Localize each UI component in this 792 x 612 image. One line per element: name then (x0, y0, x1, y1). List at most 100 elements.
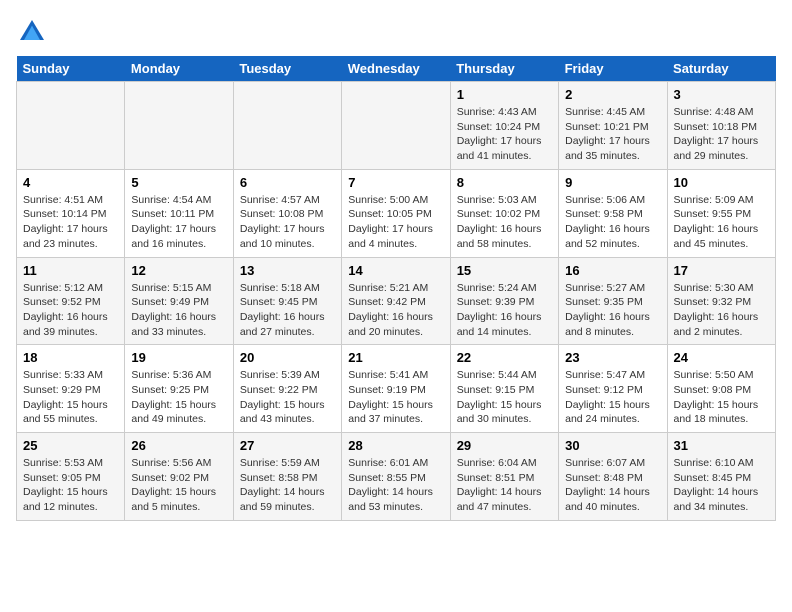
day-number: 30 (565, 438, 660, 453)
day-number: 13 (240, 263, 335, 278)
calendar-cell: 8Sunrise: 5:03 AM Sunset: 10:02 PM Dayli… (450, 169, 558, 257)
day-info: Sunrise: 5:59 AM Sunset: 8:58 PM Dayligh… (240, 456, 335, 515)
day-info: Sunrise: 5:30 AM Sunset: 9:32 PM Dayligh… (674, 281, 769, 340)
day-info: Sunrise: 5:56 AM Sunset: 9:02 PM Dayligh… (131, 456, 226, 515)
day-info: Sunrise: 5:21 AM Sunset: 9:42 PM Dayligh… (348, 281, 443, 340)
calendar-cell: 13 Sunrise: 5:18 AM Sunset: 9:45 PM Dayli… (233, 257, 341, 345)
day-info: Sunrise: 6:01 AM Sunset: 8:55 PM Dayligh… (348, 456, 443, 515)
day-info: Sunrise: 6:10 AM Sunset: 8:45 PM Dayligh… (674, 456, 769, 515)
header (16, 16, 776, 48)
day-info: Sunrise: 5:00 AM Sunset: 10:05 PM Daylig… (348, 193, 443, 252)
logo (16, 16, 52, 48)
day-info: Sunrise: 5:33 AM Sunset: 9:29 PM Dayligh… (23, 368, 118, 427)
calendar-cell: 30 Sunrise: 6:07 AM Sunset: 8:48 PM Dayli… (559, 433, 667, 521)
day-info: Sunrise: 4:45 AM Sunset: 10:21 PM Daylig… (565, 105, 660, 164)
day-number: 6 (240, 175, 335, 190)
day-number: 21 (348, 350, 443, 365)
day-number: 10 (674, 175, 769, 190)
day-number: 15 (457, 263, 552, 278)
header-day-thursday: Thursday (450, 56, 558, 82)
calendar-cell: 3 Sunrise: 4:48 AM Sunset: 10:18 PM Dayli… (667, 82, 775, 170)
calendar-cell: 20 Sunrise: 5:39 AM Sunset: 9:22 PM Dayli… (233, 345, 341, 433)
day-info: Sunrise: 5:15 AM Sunset: 9:49 PM Dayligh… (131, 281, 226, 340)
calendar-cell: 26 Sunrise: 5:56 AM Sunset: 9:02 PM Dayli… (125, 433, 233, 521)
day-number: 12 (131, 263, 226, 278)
calendar-cell: 1Sunrise: 4:43 AM Sunset: 10:24 PM Dayli… (450, 82, 558, 170)
day-info: Sunrise: 5:36 AM Sunset: 9:25 PM Dayligh… (131, 368, 226, 427)
day-info: Sunrise: 5:47 AM Sunset: 9:12 PM Dayligh… (565, 368, 660, 427)
day-info: Sunrise: 4:48 AM Sunset: 10:18 PM Daylig… (674, 105, 769, 164)
day-number: 14 (348, 263, 443, 278)
day-info: Sunrise: 5:12 AM Sunset: 9:52 PM Dayligh… (23, 281, 118, 340)
day-number: 7 (348, 175, 443, 190)
day-number: 19 (131, 350, 226, 365)
calendar-week-4: 18 Sunrise: 5:33 AM Sunset: 9:29 PM Dayli… (17, 345, 776, 433)
calendar-cell: 31Sunrise: 6:10 AM Sunset: 8:45 PM Dayli… (667, 433, 775, 521)
day-number: 26 (131, 438, 226, 453)
day-number: 20 (240, 350, 335, 365)
calendar-cell: 27 Sunrise: 5:59 AM Sunset: 8:58 PM Dayli… (233, 433, 341, 521)
calendar-cell: 24 Sunrise: 5:50 AM Sunset: 9:08 PM Dayli… (667, 345, 775, 433)
header-day-saturday: Saturday (667, 56, 775, 82)
header-day-wednesday: Wednesday (342, 56, 450, 82)
day-number: 2 (565, 87, 660, 102)
day-info: Sunrise: 4:54 AM Sunset: 10:11 PM Daylig… (131, 193, 226, 252)
calendar-cell: 21 Sunrise: 5:41 AM Sunset: 9:19 PM Dayli… (342, 345, 450, 433)
day-number: 24 (674, 350, 769, 365)
day-info: Sunrise: 5:09 AM Sunset: 9:55 PM Dayligh… (674, 193, 769, 252)
logo-icon (16, 16, 48, 48)
day-info: Sunrise: 5:24 AM Sunset: 9:39 PM Dayligh… (457, 281, 552, 340)
calendar-cell (233, 82, 341, 170)
calendar-cell: 23Sunrise: 5:47 AM Sunset: 9:12 PM Dayli… (559, 345, 667, 433)
calendar-week-5: 25 Sunrise: 5:53 AM Sunset: 9:05 PM Dayli… (17, 433, 776, 521)
calendar-cell: 2 Sunrise: 4:45 AM Sunset: 10:21 PM Dayli… (559, 82, 667, 170)
day-number: 1 (457, 87, 552, 102)
day-number: 17 (674, 263, 769, 278)
calendar-cell: 19 Sunrise: 5:36 AM Sunset: 9:25 PM Dayli… (125, 345, 233, 433)
day-number: 11 (23, 263, 118, 278)
day-number: 27 (240, 438, 335, 453)
calendar-cell: 14 Sunrise: 5:21 AM Sunset: 9:42 PM Dayli… (342, 257, 450, 345)
calendar-cell: 25 Sunrise: 5:53 AM Sunset: 9:05 PM Dayli… (17, 433, 125, 521)
day-info: Sunrise: 5:06 AM Sunset: 9:58 PM Dayligh… (565, 193, 660, 252)
calendar-table: SundayMondayTuesdayWednesdayThursdayFrid… (16, 56, 776, 521)
calendar-cell: 22 Sunrise: 5:44 AM Sunset: 9:15 PM Dayli… (450, 345, 558, 433)
calendar-cell: 10 Sunrise: 5:09 AM Sunset: 9:55 PM Dayli… (667, 169, 775, 257)
calendar-cell (17, 82, 125, 170)
day-number: 8 (457, 175, 552, 190)
day-number: 28 (348, 438, 443, 453)
day-info: Sunrise: 5:18 AM Sunset: 9:45 PM Dayligh… (240, 281, 335, 340)
calendar-cell: 4Sunrise: 4:51 AM Sunset: 10:14 PM Dayli… (17, 169, 125, 257)
calendar-cell: 28 Sunrise: 6:01 AM Sunset: 8:55 PM Dayli… (342, 433, 450, 521)
calendar-cell (125, 82, 233, 170)
calendar-cell: 18 Sunrise: 5:33 AM Sunset: 9:29 PM Dayli… (17, 345, 125, 433)
day-info: Sunrise: 5:44 AM Sunset: 9:15 PM Dayligh… (457, 368, 552, 427)
day-number: 25 (23, 438, 118, 453)
day-number: 29 (457, 438, 552, 453)
day-number: 22 (457, 350, 552, 365)
day-number: 9 (565, 175, 660, 190)
header-day-tuesday: Tuesday (233, 56, 341, 82)
day-info: Sunrise: 5:53 AM Sunset: 9:05 PM Dayligh… (23, 456, 118, 515)
day-number: 4 (23, 175, 118, 190)
header-day-monday: Monday (125, 56, 233, 82)
day-info: Sunrise: 5:39 AM Sunset: 9:22 PM Dayligh… (240, 368, 335, 427)
day-number: 3 (674, 87, 769, 102)
calendar-cell (342, 82, 450, 170)
calendar-cell: 17 Sunrise: 5:30 AM Sunset: 9:32 PM Dayli… (667, 257, 775, 345)
header-day-friday: Friday (559, 56, 667, 82)
calendar-cell: 16Sunrise: 5:27 AM Sunset: 9:35 PM Dayli… (559, 257, 667, 345)
calendar-cell: 6 Sunrise: 4:57 AM Sunset: 10:08 PM Dayli… (233, 169, 341, 257)
calendar-cell: 29 Sunrise: 6:04 AM Sunset: 8:51 PM Dayli… (450, 433, 558, 521)
calendar-cell: 11 Sunrise: 5:12 AM Sunset: 9:52 PM Dayli… (17, 257, 125, 345)
day-number: 5 (131, 175, 226, 190)
calendar-week-2: 4Sunrise: 4:51 AM Sunset: 10:14 PM Dayli… (17, 169, 776, 257)
day-info: Sunrise: 6:04 AM Sunset: 8:51 PM Dayligh… (457, 456, 552, 515)
day-info: Sunrise: 5:41 AM Sunset: 9:19 PM Dayligh… (348, 368, 443, 427)
day-number: 18 (23, 350, 118, 365)
day-info: Sunrise: 5:27 AM Sunset: 9:35 PM Dayligh… (565, 281, 660, 340)
day-info: Sunrise: 4:57 AM Sunset: 10:08 PM Daylig… (240, 193, 335, 252)
day-info: Sunrise: 6:07 AM Sunset: 8:48 PM Dayligh… (565, 456, 660, 515)
day-info: Sunrise: 5:50 AM Sunset: 9:08 PM Dayligh… (674, 368, 769, 427)
calendar-cell: 5 Sunrise: 4:54 AM Sunset: 10:11 PM Dayli… (125, 169, 233, 257)
